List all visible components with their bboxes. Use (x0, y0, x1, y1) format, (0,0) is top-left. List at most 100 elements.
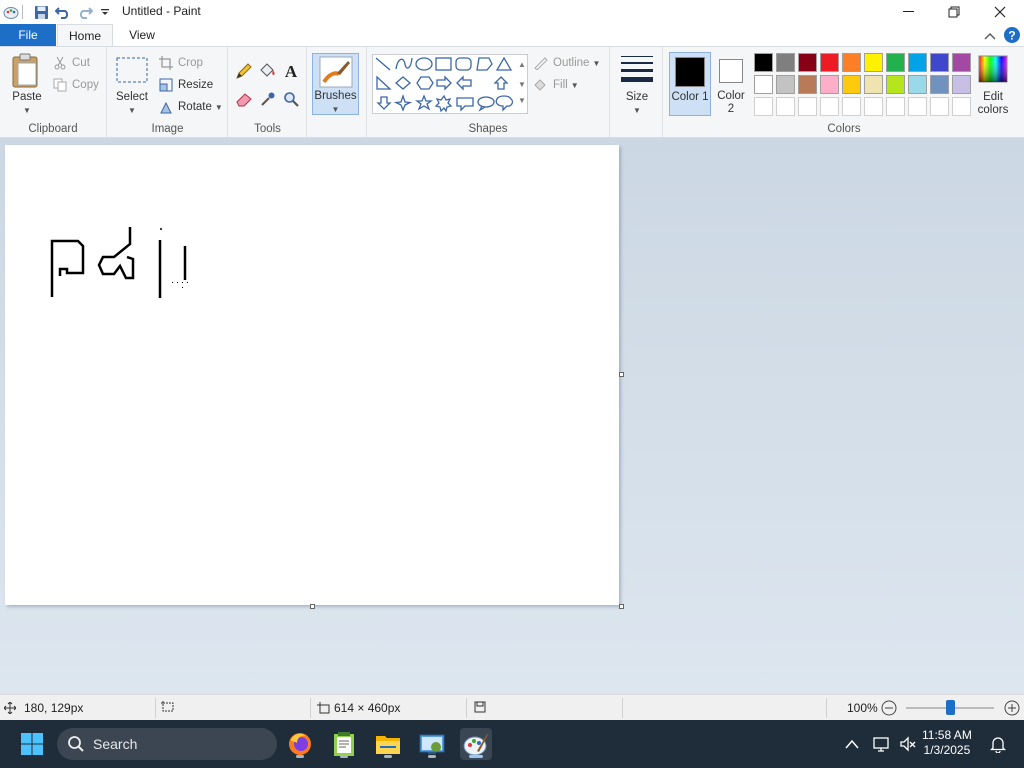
palette-swatch[interactable] (798, 97, 817, 116)
save-icon[interactable] (32, 3, 50, 21)
volume-status[interactable] (892, 728, 924, 760)
restore-button[interactable] (931, 0, 977, 24)
help-icon[interactable]: ? (1004, 27, 1020, 43)
paste-button[interactable]: Paste ▼ (8, 91, 46, 117)
palette-swatch[interactable] (798, 53, 817, 72)
taskbar-paint[interactable] (460, 728, 492, 760)
taskbar-control-panel[interactable] (416, 728, 448, 760)
text-tool-icon[interactable]: A (283, 62, 299, 83)
eraser-icon[interactable] (235, 91, 253, 110)
select-button[interactable]: Select ▼ (112, 91, 152, 117)
copy-button[interactable]: Copy (52, 77, 99, 93)
zoom-in-button[interactable] (1004, 700, 1020, 716)
color2-button[interactable]: Color 2 (714, 52, 750, 116)
fill-bucket-icon[interactable] (258, 62, 276, 83)
palette-swatch[interactable] (930, 75, 949, 94)
status-separator (155, 698, 156, 718)
size-dropdown-icon[interactable]: ▼ (633, 106, 641, 115)
resize-icon (158, 77, 174, 93)
shapes-scroll-down-icon[interactable]: ▼ (515, 75, 529, 95)
paint-app-icon[interactable] (2, 3, 20, 21)
color-picker-icon[interactable] (260, 91, 276, 110)
palette-swatch[interactable] (820, 53, 839, 72)
palette-swatch[interactable] (864, 53, 883, 72)
fill-button[interactable]: Fill ▼ (533, 77, 579, 93)
fill-dropdown-icon[interactable]: ▼ (571, 81, 579, 90)
palette-swatch[interactable] (754, 53, 773, 72)
collapse-ribbon-icon[interactable] (984, 29, 998, 43)
shapes-scroll-up-icon[interactable]: ▲ (515, 55, 529, 75)
redo-icon[interactable] (76, 3, 94, 21)
edit-colors-button[interactable]: Edit colors (970, 91, 1016, 117)
edit-colors-icon[interactable] (978, 55, 1008, 86)
resize-handle-corner[interactable] (619, 604, 624, 609)
palette-swatch[interactable] (908, 97, 927, 116)
palette-swatch[interactable] (820, 97, 839, 116)
palette-swatch[interactable] (864, 75, 883, 94)
cut-button[interactable]: Cut (52, 55, 90, 71)
palette-swatch[interactable] (754, 75, 773, 94)
taskbar-firefox[interactable] (284, 728, 316, 760)
shapes-gallery-icons[interactable] (373, 55, 529, 115)
palette-swatch[interactable] (842, 75, 861, 94)
size-button[interactable]: Size ▼ (615, 91, 659, 117)
taskbar-notepad[interactable] (328, 728, 360, 760)
palette-swatch[interactable] (776, 53, 795, 72)
taskbar-clock[interactable]: 11:58 AM 1/3/2025 (922, 728, 972, 758)
notifications-button[interactable] (982, 728, 1014, 760)
palette-swatch[interactable] (820, 75, 839, 94)
pencil-icon[interactable] (235, 62, 253, 83)
palette-swatch[interactable] (952, 75, 971, 94)
outline-button[interactable]: Outline ▼ (533, 55, 600, 71)
palette-swatch[interactable] (886, 97, 905, 116)
palette-swatch[interactable] (952, 97, 971, 116)
shapes-expand-icon[interactable]: ▼ (515, 95, 529, 107)
minimize-button[interactable] (885, 0, 931, 24)
taskbar-search[interactable]: Search (57, 728, 277, 760)
select-rectangle-icon[interactable] (116, 57, 148, 86)
resize-handle-right[interactable] (619, 372, 624, 377)
palette-swatch[interactable] (776, 75, 795, 94)
undo-icon[interactable] (54, 3, 72, 21)
drawing-canvas[interactable] (5, 145, 619, 605)
palette-swatch[interactable] (798, 75, 817, 94)
zoom-out-button[interactable] (881, 700, 897, 716)
palette-swatch[interactable] (842, 97, 861, 116)
palette-swatch[interactable] (886, 75, 905, 94)
paste-dropdown-icon[interactable]: ▼ (23, 106, 31, 115)
resize-handle-bottom[interactable] (310, 604, 315, 609)
palette-swatch[interactable] (930, 53, 949, 72)
tab-file[interactable]: File (0, 24, 56, 46)
select-dropdown-icon[interactable]: ▼ (128, 106, 136, 115)
zoom-slider-thumb[interactable] (946, 700, 955, 715)
paste-icon[interactable] (10, 53, 42, 92)
crop-button[interactable]: Crop (158, 55, 203, 71)
palette-swatch[interactable] (886, 53, 905, 72)
rotate-button[interactable]: Rotate ▼ (158, 99, 223, 115)
resize-button[interactable]: Resize (158, 77, 213, 93)
palette-swatch[interactable] (908, 53, 927, 72)
taskbar-file-explorer[interactable] (372, 728, 404, 760)
brushes-button[interactable]: Brushes ▼ (312, 53, 359, 115)
show-hidden-icons-button[interactable] (836, 728, 868, 760)
palette-swatch[interactable] (952, 53, 971, 72)
close-button[interactable] (977, 0, 1023, 24)
tab-view[interactable]: View (118, 24, 166, 46)
start-button[interactable] (16, 728, 48, 760)
shapes-scroll[interactable]: ▲ ▼ ▼ (515, 55, 529, 107)
tab-home[interactable]: Home (57, 24, 113, 46)
outline-dropdown-icon[interactable]: ▼ (592, 59, 600, 68)
palette-swatch[interactable] (776, 97, 795, 116)
color1-button[interactable]: Color 1 (669, 52, 711, 116)
brushes-dropdown-icon[interactable]: ▼ (332, 105, 340, 114)
palette-swatch[interactable] (754, 97, 773, 116)
windows-logo-icon (21, 733, 43, 755)
customize-quick-access-icon[interactable] (96, 3, 114, 21)
line-size-icon[interactable] (620, 55, 654, 86)
palette-swatch[interactable] (930, 97, 949, 116)
palette-swatch[interactable] (864, 97, 883, 116)
magnifier-icon[interactable] (283, 91, 299, 110)
rotate-dropdown-icon[interactable]: ▼ (215, 103, 223, 112)
palette-swatch[interactable] (842, 53, 861, 72)
palette-swatch[interactable] (908, 75, 927, 94)
